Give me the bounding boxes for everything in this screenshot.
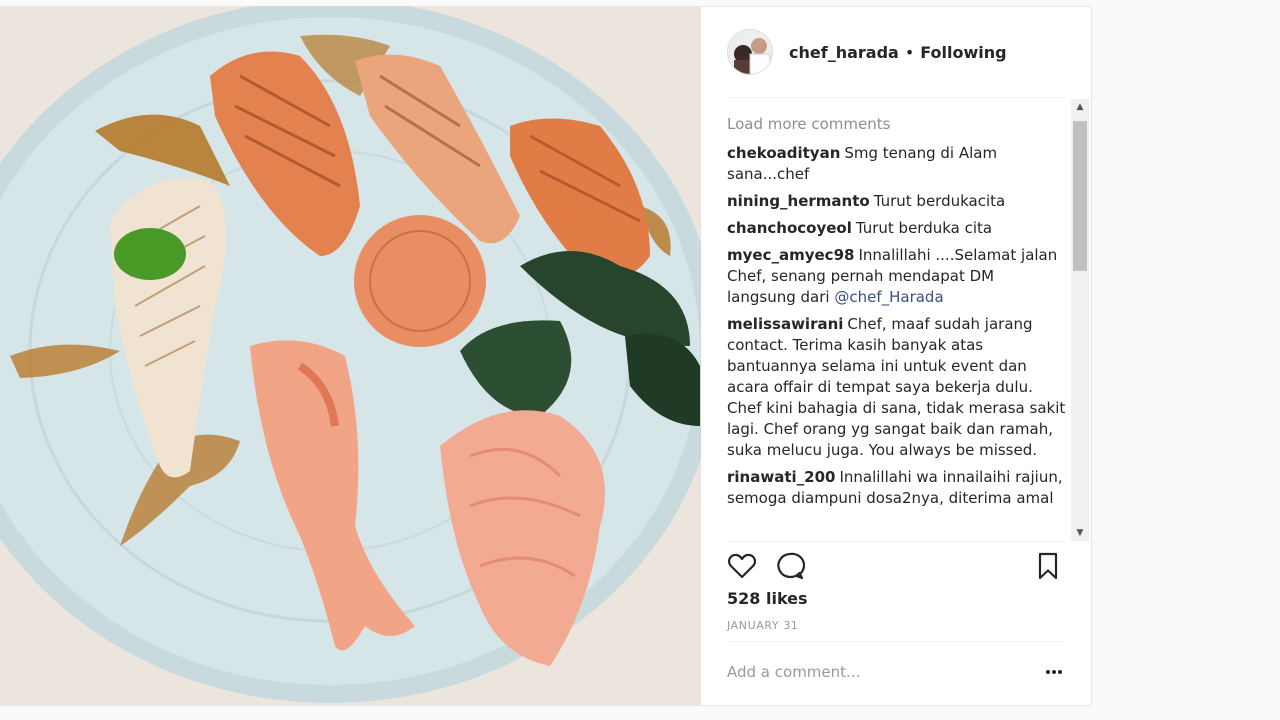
comments-scrollbar[interactable]: ▲ ▼ xyxy=(1071,99,1089,541)
ellipsis-icon[interactable] xyxy=(1045,667,1063,677)
scrollbar-thumb[interactable] xyxy=(1073,121,1087,271)
load-more-comments-link[interactable]: Load more comments xyxy=(727,115,1067,133)
comment-bubble-icon[interactable] xyxy=(775,551,805,581)
comment-username[interactable]: nining_hermanto xyxy=(727,192,870,210)
comment-username[interactable]: melissawirani xyxy=(727,315,843,333)
sushi-plate-photo xyxy=(0,6,701,706)
avatar[interactable] xyxy=(727,29,773,75)
comment-text: Chef, maaf sudah jarang contact. Terima … xyxy=(727,315,1066,459)
comment-text: Turut berduka cita xyxy=(855,219,993,237)
comment-item: nining_hermanto Turut berdukacita xyxy=(727,191,1067,212)
comment-text: Turut berdukacita xyxy=(873,192,1006,210)
likes-count[interactable]: 528 likes xyxy=(727,589,808,608)
bookmark-icon[interactable] xyxy=(1033,551,1063,581)
comment-username[interactable]: chekoadityan xyxy=(727,144,840,162)
comment-mention-link[interactable]: @chef_Harada xyxy=(834,288,943,306)
post-actions xyxy=(727,551,1063,583)
post-author-username[interactable]: chef_harada xyxy=(789,43,899,62)
scroll-down-arrow-icon[interactable]: ▼ xyxy=(1071,525,1089,541)
add-comment-input[interactable] xyxy=(727,663,1037,681)
comment-item: chekoadityan Smg tenang di Alam sana...ch… xyxy=(727,143,1067,185)
header-divider xyxy=(727,97,1065,98)
comment-username[interactable]: chanchocoyeol xyxy=(727,219,852,237)
comments-section[interactable]: Load more comments chekoadityan Smg tenan… xyxy=(727,101,1089,537)
scroll-up-arrow-icon[interactable]: ▲ xyxy=(1071,99,1089,115)
comment-item: chanchocoyeol Turut berduka cita xyxy=(727,218,1067,239)
avatar-photo xyxy=(728,30,772,74)
comment-item: rinawati_200 Innalillahi wa innailaihi ra… xyxy=(727,467,1067,509)
comment-item: myec_amyec98 Innalillahi ....Selamat jala… xyxy=(727,245,1067,308)
comment-item: melissawirani Chef, maaf sudah jarang con… xyxy=(727,314,1067,461)
post-side-panel: chef_harada • Following Load more commen… xyxy=(701,6,1092,706)
comment-username[interactable]: myec_amyec98 xyxy=(727,246,854,264)
comments-divider xyxy=(727,541,1065,542)
actions-divider xyxy=(727,641,1065,642)
post-header: chef_harada • Following xyxy=(701,7,1091,97)
following-button[interactable]: Following xyxy=(920,43,1006,62)
post-photo[interactable] xyxy=(0,6,701,706)
header-separator: • xyxy=(904,42,915,62)
heart-icon[interactable] xyxy=(727,551,757,581)
post-date: JANUARY 31 xyxy=(727,619,799,632)
comment-username[interactable]: rinawati_200 xyxy=(727,468,835,486)
